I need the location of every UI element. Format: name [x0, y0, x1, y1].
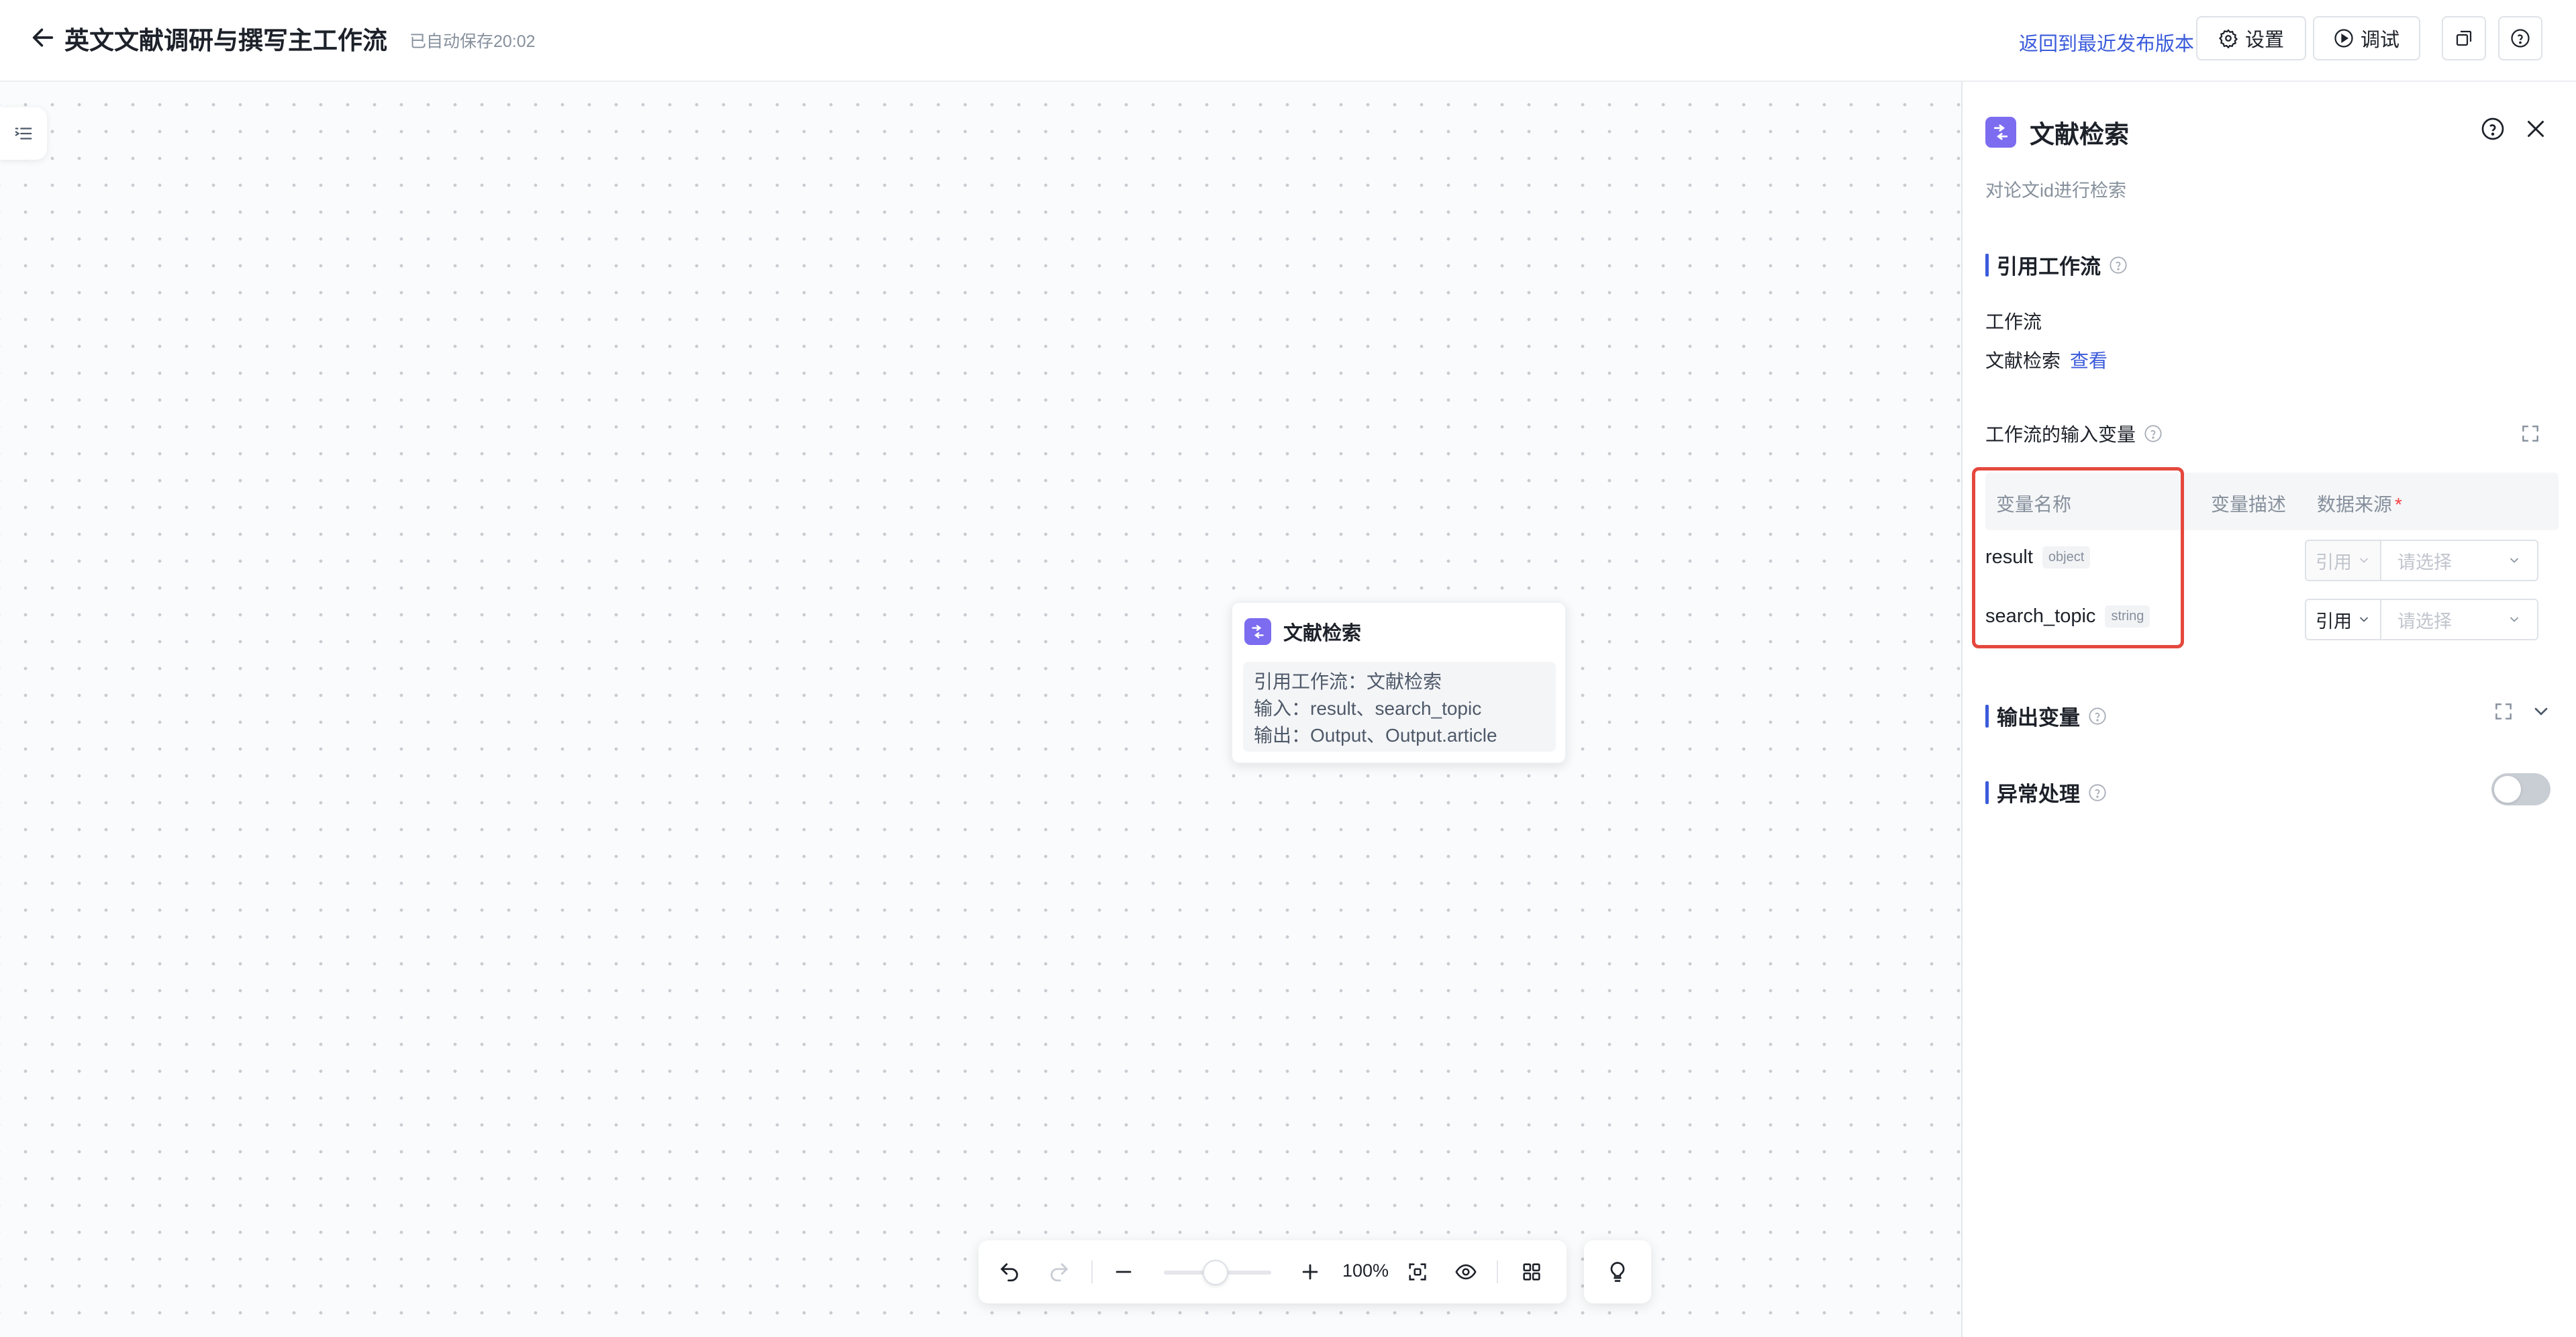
close-icon[interactable]	[2524, 117, 2548, 141]
undo-icon[interactable]	[993, 1256, 1026, 1288]
source-value-select[interactable]: 请选择	[2380, 540, 2538, 581]
source-type-value: 引用	[2316, 611, 2352, 632]
column-description: 变量描述	[2211, 494, 2287, 515]
workflow-label: 工作流	[1985, 311, 2042, 332]
source-value-select[interactable]: 请选择	[2380, 599, 2538, 640]
chevron-down-icon	[2510, 558, 2518, 563]
workflow-ref-row: 文献检索 查看	[1985, 346, 2108, 373]
canvas-toolbar: 100%	[979, 1240, 1567, 1303]
chevron-down-icon	[2360, 558, 2368, 563]
fit-view-icon[interactable]	[1401, 1256, 1434, 1288]
source-type-select[interactable]: 引用	[2305, 599, 2381, 640]
info-icon[interactable]	[2088, 707, 2107, 726]
play-circle-icon	[2334, 29, 2353, 48]
section-title: 异常处理	[1997, 783, 2080, 806]
select-placeholder: 请选择	[2397, 552, 2452, 573]
section-title: 输出变量	[1997, 706, 2080, 730]
toggle-knob	[2494, 776, 2521, 803]
lightbulb-icon	[1610, 1262, 1625, 1282]
node-title: 文献检索	[1283, 623, 1362, 644]
section-title: 工作流的输入变量	[1985, 424, 2136, 445]
settings-label: 设置	[2244, 30, 2284, 51]
workflow-icon	[1244, 618, 1271, 645]
eye-icon[interactable]	[1450, 1256, 1482, 1288]
layout-grid-icon[interactable]	[1516, 1256, 1548, 1288]
section-error-handling: 异常处理	[1985, 777, 2107, 807]
redo-icon[interactable]	[1043, 1256, 1075, 1288]
section-outputs[interactable]: 输出变量	[1985, 701, 2107, 731]
highlight-box	[1972, 467, 2184, 648]
settings-button[interactable]: 设置	[2196, 16, 2306, 60]
node-output-line: 输出：Output、Output.article	[1254, 725, 1497, 746]
copy-button[interactable]	[2442, 16, 2486, 60]
column-source: 数据来源 *	[2317, 494, 2402, 515]
expand-icon[interactable]	[2493, 701, 2514, 722]
help-button[interactable]	[2498, 16, 2542, 60]
autosave-status: 已自动保存20:02	[409, 32, 536, 51]
zoom-in-icon[interactable]	[1294, 1256, 1326, 1288]
chevron-down-icon	[2510, 617, 2518, 622]
source-type-select[interactable]: 引用	[2305, 540, 2381, 581]
info-icon[interactable]	[2144, 424, 2163, 443]
node-config-panel: 文献检索 对论文id进行检索 引用工作流 工作流 文献检索 查看 工作流的输入变量…	[1961, 82, 2576, 1337]
node-summary: 引用工作流：文献检索 输入：result、search_topic 输出：Out…	[1243, 662, 1556, 752]
zoom-slider-handle[interactable]	[1203, 1260, 1228, 1285]
chevron-down-icon	[2360, 617, 2368, 622]
zoom-level[interactable]: 100%	[1342, 1260, 1389, 1281]
node-input-line: 输入：result、search_topic	[1254, 698, 1482, 719]
node-ref-line: 引用工作流：文献检索	[1254, 671, 1442, 692]
debug-label: 调试	[2360, 30, 2399, 51]
section-ref-workflow: 引用工作流	[1985, 250, 2128, 280]
top-bar: 英文文献调研与撰写主工作流 已自动保存20:02 返回到最近发布版本 设置 调试	[0, 0, 2576, 82]
expand-icon[interactable]	[2520, 423, 2541, 444]
section-inputs: 工作流的输入变量	[1985, 420, 2163, 447]
question-circle-icon	[2511, 29, 2530, 48]
copy-icon	[2456, 30, 2472, 46]
workflow-title: 英文文献调研与撰写主工作流	[64, 27, 387, 54]
chevron-down-icon[interactable]	[2530, 701, 2552, 722]
panel-title: 文献检索	[2030, 121, 2129, 148]
workflow-canvas[interactable]: 文献检索 引用工作流：文献检索 输入：result、search_topic 输…	[0, 82, 1961, 1337]
error-handling-toggle[interactable]	[2491, 773, 2550, 805]
workflow-icon	[1985, 117, 2016, 148]
info-icon[interactable]	[2088, 783, 2107, 802]
tips-button[interactable]	[1584, 1240, 1651, 1303]
select-placeholder: 请选择	[2397, 611, 2452, 632]
source-type-value: 引用	[2316, 552, 2352, 573]
gear-icon	[2218, 29, 2238, 48]
section-title: 引用工作流	[1997, 255, 2101, 279]
question-circle-icon[interactable]	[2481, 117, 2505, 141]
view-workflow-link[interactable]: 查看	[2070, 350, 2108, 371]
workflow-name: 文献检索	[1985, 350, 2061, 371]
restore-published-link[interactable]: 返回到最近发布版本	[2019, 28, 2194, 56]
list-indent-icon	[15, 128, 32, 140]
outline-toggle-button[interactable]	[0, 107, 47, 160]
zoom-out-icon[interactable]	[1107, 1256, 1140, 1288]
node-description[interactable]: 对论文id进行检索	[1985, 176, 2126, 202]
info-icon[interactable]	[2109, 256, 2128, 275]
debug-button[interactable]: 调试	[2313, 16, 2420, 60]
workflow-node-literature-search[interactable]: 文献检索 引用工作流：文献检索 输入：result、search_topic 输…	[1231, 601, 1567, 764]
arrow-left-icon[interactable]	[30, 24, 56, 51]
